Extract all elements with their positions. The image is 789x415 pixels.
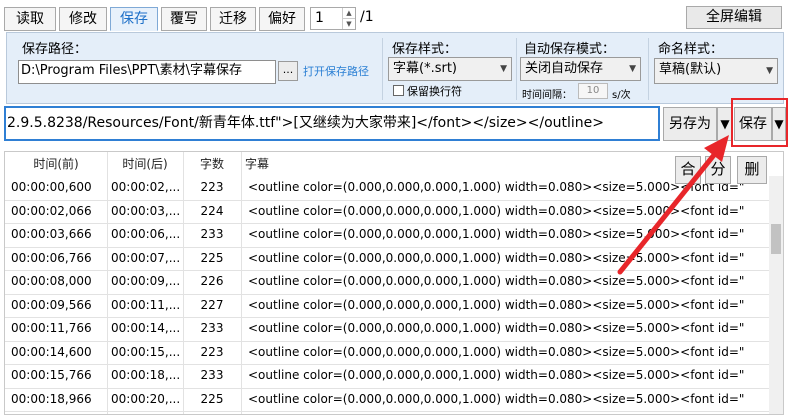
annotation-arrow-icon bbox=[617, 135, 729, 275]
